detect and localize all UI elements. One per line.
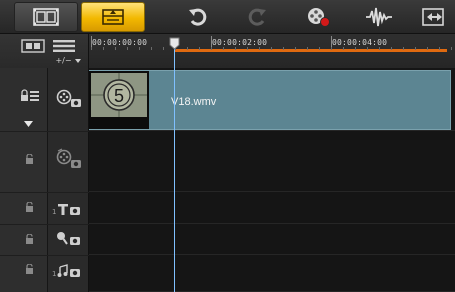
- auto-music-icon: [366, 7, 392, 27]
- ruler-minor-tick: [367, 47, 368, 50]
- work-area-bar[interactable]: [174, 49, 447, 52]
- overlay-track-header[interactable]: [56, 148, 82, 170]
- ruler-minor-tick: [295, 47, 296, 50]
- ruler-minor-tick: [115, 47, 116, 50]
- ruler-minor-tick: [199, 47, 200, 50]
- add-remove-tracks-button[interactable]: +/−: [48, 55, 88, 66]
- ruler-minor-tick: [235, 47, 236, 50]
- toolbar: [0, 0, 455, 34]
- ruler-minor-tick: [163, 47, 164, 50]
- video-clip[interactable]: 5 V18.wmv: [89, 70, 451, 130]
- row-separator: [0, 131, 89, 132]
- redo-icon: [248, 8, 266, 26]
- record-capture-button[interactable]: [298, 2, 338, 32]
- ruler-minor-tick: [91, 47, 92, 50]
- ripple-lock-icon[interactable]: [20, 89, 40, 103]
- ruler-minor-tick: [223, 47, 224, 50]
- ruler-minor-tick: [403, 47, 404, 50]
- overlay-track-lane[interactable]: [89, 131, 455, 192]
- timeline-view-button[interactable]: [81, 2, 145, 32]
- ruler-minor-tick: [427, 47, 428, 50]
- row-separator: [0, 255, 89, 256]
- voice-track-header[interactable]: [56, 231, 84, 247]
- video-track-header[interactable]: [56, 89, 82, 109]
- ruler-minor-tick: [343, 47, 344, 50]
- playhead-handle[interactable]: [169, 37, 180, 50]
- timeline-tracks: 5 V18.wmv: [89, 68, 455, 292]
- ruler-minor-tick: [379, 47, 380, 50]
- ruler-minor-tick: [439, 47, 440, 50]
- ruler-timecode: 00:00:00:00: [92, 38, 148, 47]
- ruler-minor-tick: [127, 47, 128, 50]
- clip-thumbnail: 5: [89, 71, 149, 129]
- row-separator: [0, 224, 89, 225]
- ruler-minor-tick: [139, 47, 140, 50]
- ruler-minor-tick: [247, 47, 248, 50]
- undo-button[interactable]: [178, 2, 218, 32]
- playhead-line[interactable]: [174, 44, 175, 292]
- video-track-lane[interactable]: 5 V18.wmv: [89, 68, 455, 131]
- ruler-minor-tick: [355, 47, 356, 50]
- lock-icon-overlay[interactable]: [25, 154, 34, 164]
- ruler-minor-tick: [187, 47, 188, 50]
- voice-track-icon: [57, 232, 80, 245]
- undo-icon: [189, 8, 207, 26]
- record-capture-icon: [308, 8, 330, 27]
- music-track-icon: [57, 264, 81, 277]
- ruler-minor-tick: [391, 47, 392, 50]
- ruler-minor-tick: [307, 47, 308, 50]
- ruler-minor-tick: [331, 47, 332, 50]
- track-type-column: 1 1: [48, 68, 89, 292]
- title-track-header[interactable]: 1: [52, 200, 84, 216]
- video-track-icon: [56, 89, 81, 107]
- row-separator: [0, 192, 89, 193]
- fit-project-icon: [422, 8, 444, 26]
- lock-icon-voice[interactable]: [25, 234, 34, 244]
- ruler-minor-tick: [415, 47, 416, 50]
- ruler-minor-tick: [151, 47, 152, 50]
- storyboard-view-button[interactable]: [14, 2, 78, 32]
- expand-arrow-icon[interactable]: [24, 121, 33, 127]
- timeline-ruler[interactable]: 00:00:00:00 00:00:02:00 00:00:04:00: [89, 34, 455, 68]
- music-track-header[interactable]: 1: [52, 262, 84, 278]
- chevron-down-icon: [74, 58, 81, 63]
- ruler-minor-tick: [319, 47, 320, 50]
- title-track-lane[interactable]: [89, 192, 455, 224]
- redo-button[interactable]: [237, 2, 277, 32]
- title-track-number: 1: [52, 208, 57, 216]
- countdown-leader-graphic: 5: [91, 73, 147, 117]
- track-lock-column: [0, 68, 48, 292]
- list-view-icon[interactable]: [52, 39, 76, 53]
- ruler-minor-tick: [451, 47, 452, 50]
- auto-music-button[interactable]: [359, 2, 399, 32]
- overlay-track-icon: [56, 148, 81, 168]
- lock-icon-music[interactable]: [25, 264, 34, 274]
- ruler-timecode: 00:00:02:00: [212, 38, 268, 47]
- ruler-minor-tick: [103, 47, 104, 50]
- music-track-lane[interactable]: [89, 255, 455, 292]
- film-strip-icon: [33, 8, 59, 26]
- countdown-number: 5: [114, 86, 124, 106]
- track-manager-header: +/−: [0, 34, 89, 68]
- ruler-minor-tick: [211, 47, 212, 50]
- lock-icon-title[interactable]: [25, 202, 34, 212]
- title-track-icon: [58, 204, 81, 215]
- ruler-minor-tick: [283, 47, 284, 50]
- track-manager-icon[interactable]: [21, 39, 45, 53]
- ruler-minor-tick: [259, 47, 260, 50]
- voice-track-lane[interactable]: [89, 224, 455, 255]
- ruler-minor-tick: [271, 47, 272, 50]
- ruler-timecode: 00:00:04:00: [332, 38, 388, 47]
- timeline-view-icon: [102, 9, 124, 25]
- music-track-number: 1: [52, 270, 57, 278]
- clip-filename: V18.wmv: [171, 96, 217, 108]
- add-remove-tracks-label: +/−: [55, 56, 72, 65]
- fit-project-button[interactable]: [414, 2, 454, 32]
